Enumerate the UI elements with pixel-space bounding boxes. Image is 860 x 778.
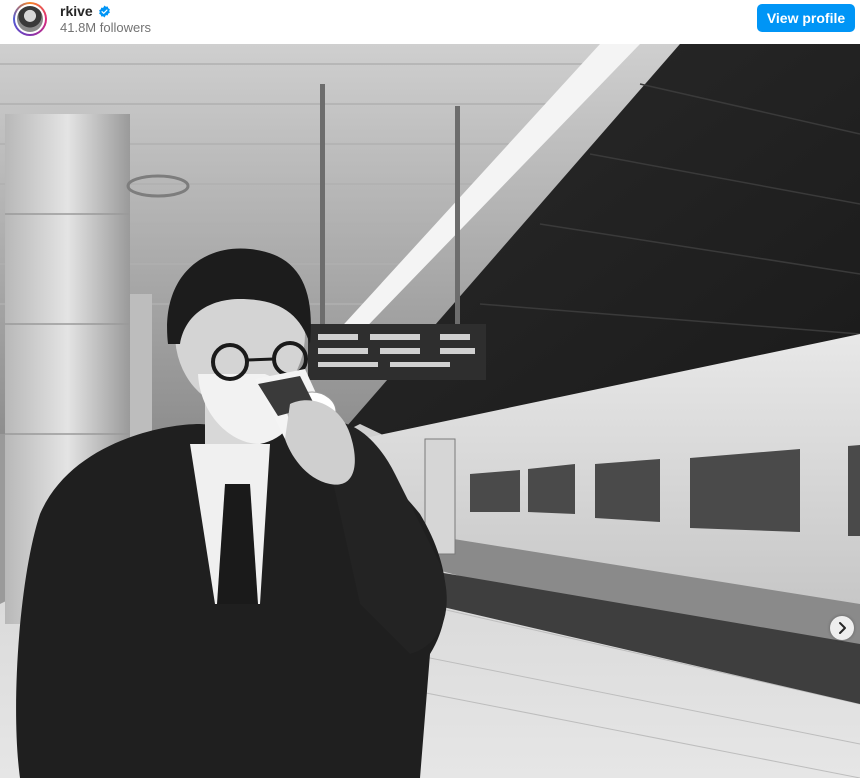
follower-count: 41.8M followers — [60, 20, 152, 35]
verified-badge-icon — [98, 5, 110, 17]
view-profile-button[interactable]: View profile — [757, 4, 855, 32]
post-photo[interactable] — [0, 44, 860, 778]
photo-scene — [0, 44, 860, 778]
post-header: rkive 41.8M followers View profile — [0, 0, 860, 44]
next-photo-button[interactable] — [830, 616, 854, 640]
avatar[interactable] — [13, 2, 47, 36]
chevron-right-icon — [839, 622, 846, 634]
avatar-image — [17, 6, 43, 32]
username[interactable]: rkive — [60, 3, 93, 19]
username-row: rkive — [60, 3, 111, 19]
